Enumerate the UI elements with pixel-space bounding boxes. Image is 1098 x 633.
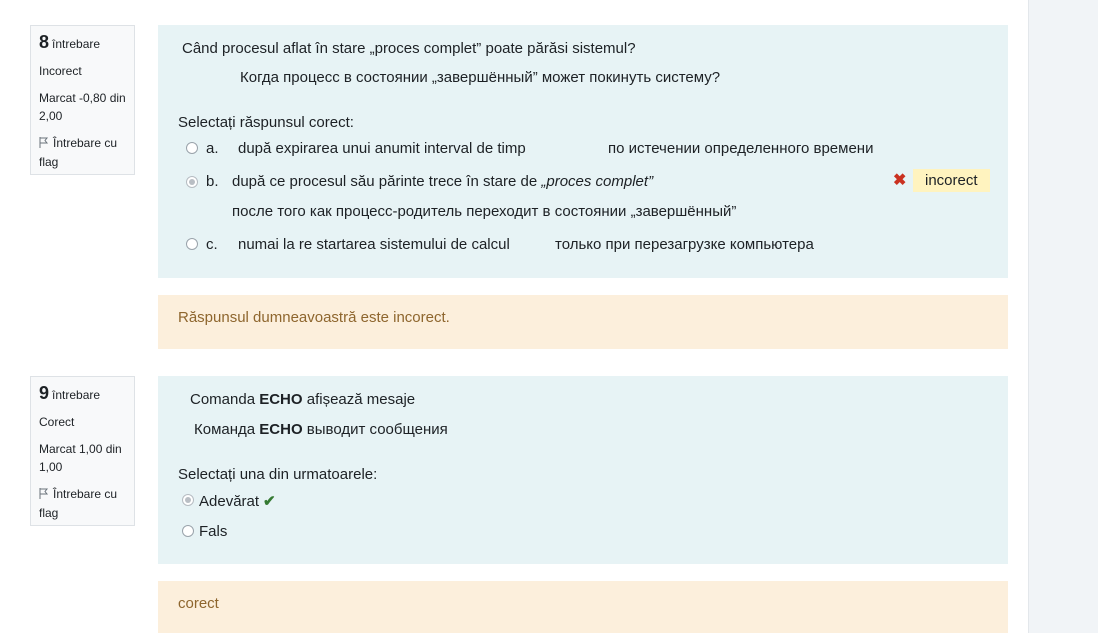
answer-text-c-ru[interactable]: только при перезагрузке компьютера	[555, 236, 814, 253]
answer-letter-a: a.	[206, 140, 219, 157]
question-text-ru: Команда ECHO выводит сообщения	[194, 421, 448, 438]
answer-text-a-ro[interactable]: după expirarea unui anumit interval de t…	[238, 140, 526, 157]
answer-prompt: Selectați una din urmatoarele:	[178, 466, 378, 483]
check-icon: ✔	[263, 493, 276, 510]
answer-radio-b[interactable]	[186, 176, 198, 188]
question-text-ro: Comanda ECHO afișează mesaje	[190, 391, 415, 408]
question-number: 9	[39, 383, 50, 403]
answer-prompt: Selectați răspunsul corect:	[178, 114, 354, 131]
question-number-label: întrebare	[52, 37, 101, 51]
answer-text-b-ru[interactable]: после того как процесс-родитель переходи…	[232, 203, 736, 220]
question-text-ru-post: выводит сообщения	[302, 421, 448, 438]
answer-radio-c[interactable]	[186, 238, 198, 250]
answer-text-b-ro-italic: „proces complet”	[541, 173, 654, 190]
x-icon: ✖	[893, 172, 907, 189]
question-text-ro: Când procesul aflat în stare „proces com…	[182, 40, 636, 57]
question-text-ro-pre: Comanda	[190, 391, 260, 408]
answer-text-b-ro[interactable]: după ce procesul său părinte trece în st…	[232, 173, 653, 190]
flag-question-link[interactable]: Întrebare cu flag	[39, 485, 126, 522]
answer-text-true-label: Adevărat	[199, 493, 260, 510]
answer-text-c-ro[interactable]: numai la re startarea sistemului de calc…	[238, 236, 510, 253]
question-mark: Marcat 1,00 din 1,00	[39, 442, 122, 474]
flag-icon	[39, 486, 49, 504]
question-feedback: corect	[158, 581, 1008, 633]
feedback-text: corect	[178, 595, 219, 612]
question-number: 8	[39, 32, 50, 52]
answer-text-true[interactable]: Adevărat ✔	[199, 492, 276, 510]
question-feedback: Răspunsul dumneavoastră este incorect.	[158, 295, 1008, 349]
flag-question-label: Întrebare cu flag	[39, 136, 118, 169]
question-formulation: Comanda ECHO afișează mesaje Команда ECH…	[158, 376, 1008, 564]
question-text-ro-bold: ECHO	[259, 391, 303, 408]
question-info: 9 întrebare Corect Marcat 1,00 din 1,00 Î…	[30, 376, 135, 526]
flag-question-link[interactable]: Întrebare cu flag	[39, 134, 126, 171]
question-info: 8 întrebare Incorect Marcat -0,80 din 2,0…	[30, 25, 135, 175]
question-status: Incorect	[39, 64, 82, 78]
question-status: Corect	[39, 415, 75, 429]
flag-icon	[39, 135, 49, 153]
question-text-ru-pre: Команда	[194, 421, 260, 438]
question-mark: Marcat -0,80 din 2,00	[39, 91, 126, 123]
right-panel	[1028, 0, 1098, 633]
answer-radio-a[interactable]	[186, 142, 198, 154]
question-text-ro-post: afișează mesaje	[302, 391, 416, 408]
incorrect-badge: incorect	[913, 169, 990, 192]
question-text-ru: Когда процесс в состоянии „завершённый” …	[240, 69, 721, 86]
feedback-text: Răspunsul dumneavoastră este incorect.	[178, 309, 450, 326]
flag-question-label: Întrebare cu flag	[39, 487, 118, 520]
answer-radio-false[interactable]	[182, 525, 194, 537]
question-formulation: Când procesul aflat în stare „proces com…	[158, 25, 1008, 278]
answer-text-a-ru[interactable]: по истечении определенного времени	[608, 140, 873, 157]
answer-letter-b: b.	[206, 173, 219, 190]
answer-letter-c: c.	[206, 236, 218, 253]
answer-radio-true[interactable]	[182, 494, 194, 506]
answer-text-b-ro-prefix: după ce procesul său părinte trece în st…	[232, 173, 542, 190]
question-number-label: întrebare	[52, 388, 101, 402]
answer-text-false[interactable]: Fals	[199, 523, 227, 540]
question-text-ru-bold: ECHO	[259, 421, 303, 438]
